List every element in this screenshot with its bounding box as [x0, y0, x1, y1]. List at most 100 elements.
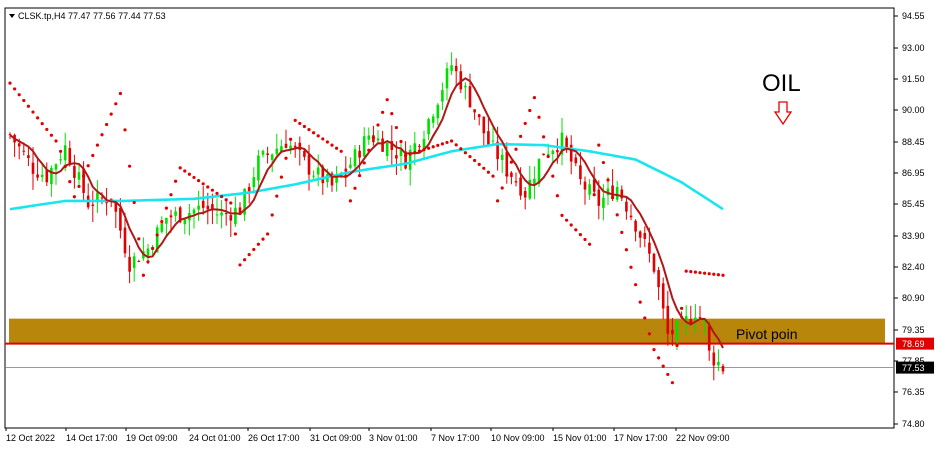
candle-body — [487, 131, 490, 145]
sar-dot — [509, 160, 513, 164]
sar-dot — [197, 179, 201, 183]
x-tick-label: 31 Oct 09:00 — [310, 433, 362, 443]
sar-dot — [496, 199, 500, 203]
candle-body — [50, 167, 53, 184]
candle-body — [579, 165, 582, 180]
sar-dot — [312, 131, 316, 135]
candle-body — [266, 153, 269, 156]
sar-dot — [187, 172, 191, 176]
candle-body — [638, 231, 642, 238]
sar-dot — [141, 273, 145, 277]
sar-dot — [399, 139, 403, 144]
sar-dot — [606, 178, 610, 182]
candle-body — [551, 150, 555, 155]
sar-dot — [693, 270, 698, 274]
candle-body — [666, 305, 670, 334]
candle-body — [376, 138, 380, 141]
y-tick-label: 88.45 — [902, 137, 925, 147]
candle-body — [100, 197, 104, 199]
sar-dot — [362, 161, 366, 165]
sar-dot — [100, 133, 104, 137]
sar-dot — [592, 193, 596, 197]
candle-body — [546, 153, 550, 155]
sar-dot — [666, 372, 670, 377]
sar-dot — [454, 143, 458, 147]
sar-dot — [31, 110, 35, 114]
sar-dot — [128, 164, 132, 168]
sar-dot — [565, 218, 569, 222]
candle-body — [31, 162, 35, 174]
candle-body — [482, 116, 486, 134]
sar-dot — [675, 343, 679, 348]
candle-body — [615, 187, 619, 200]
candle-body — [510, 172, 513, 177]
sar-dot — [367, 148, 371, 152]
price-chart[interactable]: 94.55 93.00 91.50 90.00 88.45 86.95 85.45 83.90… — [0, 0, 943, 454]
sar-dot — [431, 145, 435, 149]
candle-body — [717, 361, 720, 366]
x-tick-label: 7 Nov 17:00 — [431, 433, 480, 443]
sar-dot — [77, 184, 81, 189]
candle-body — [40, 174, 44, 178]
sar-dot — [555, 194, 560, 198]
sar-dot — [325, 140, 329, 144]
candle-body — [675, 320, 679, 340]
sar-dot — [583, 237, 587, 242]
sar-dot — [261, 237, 265, 241]
y-tick-label: 80.90 — [902, 293, 925, 303]
candle-body — [316, 167, 320, 175]
candle-body — [215, 214, 219, 216]
candle-body — [450, 65, 453, 71]
sar-dot — [643, 316, 647, 320]
sar-dot — [151, 246, 155, 251]
candle-body — [514, 181, 518, 183]
x-tick-label: 14 Oct 17:00 — [66, 433, 118, 443]
sar-dot — [569, 223, 573, 227]
sar-dot — [169, 193, 173, 197]
candle-body — [671, 329, 674, 335]
sar-dot — [155, 233, 159, 237]
pivot-price-tag: 78.69 — [896, 337, 934, 350]
sar-dot — [8, 81, 12, 85]
sar-dot — [201, 182, 205, 186]
y-tick-label: 94.55 — [902, 11, 925, 21]
candle-body — [192, 209, 196, 214]
candle-body — [542, 153, 545, 156]
candle-body — [523, 191, 527, 198]
sar-dot — [486, 170, 490, 174]
candle-body — [132, 256, 136, 268]
sar-dot — [712, 272, 716, 276]
sar-dot — [95, 143, 99, 147]
sar-dot — [358, 173, 362, 178]
candle-body — [275, 148, 279, 154]
candle-body — [634, 220, 637, 232]
sar-dot — [293, 118, 297, 122]
sar-dot — [109, 112, 113, 116]
candle-body — [257, 155, 260, 181]
candle-body — [381, 138, 384, 152]
candle-body — [385, 142, 389, 156]
sar-dot — [63, 164, 67, 169]
sar-dot — [661, 364, 665, 368]
candle-body — [119, 207, 122, 231]
sar-dot — [445, 140, 449, 145]
x-tick-label: 15 Nov 01:00 — [553, 433, 607, 443]
sar-dot — [491, 174, 495, 178]
sar-dot — [137, 237, 141, 241]
sar-dot — [440, 142, 444, 146]
sar-dot — [601, 160, 606, 165]
sar-dot — [353, 186, 357, 190]
candle-body — [661, 283, 665, 309]
candle-body — [17, 143, 21, 147]
sar-dot — [22, 98, 26, 103]
candle-body — [353, 149, 357, 167]
candle-body — [137, 261, 141, 263]
symbol-info: CLSK.tp,H4 77.47 77.56 77.44 77.53 — [18, 11, 166, 21]
sar-dot — [68, 180, 72, 184]
candle-body — [344, 168, 348, 172]
sar-dot — [45, 127, 49, 132]
sar-dot — [385, 98, 389, 102]
sar-dot — [59, 149, 63, 153]
sar-dot — [477, 162, 481, 166]
candle-body — [431, 116, 435, 123]
